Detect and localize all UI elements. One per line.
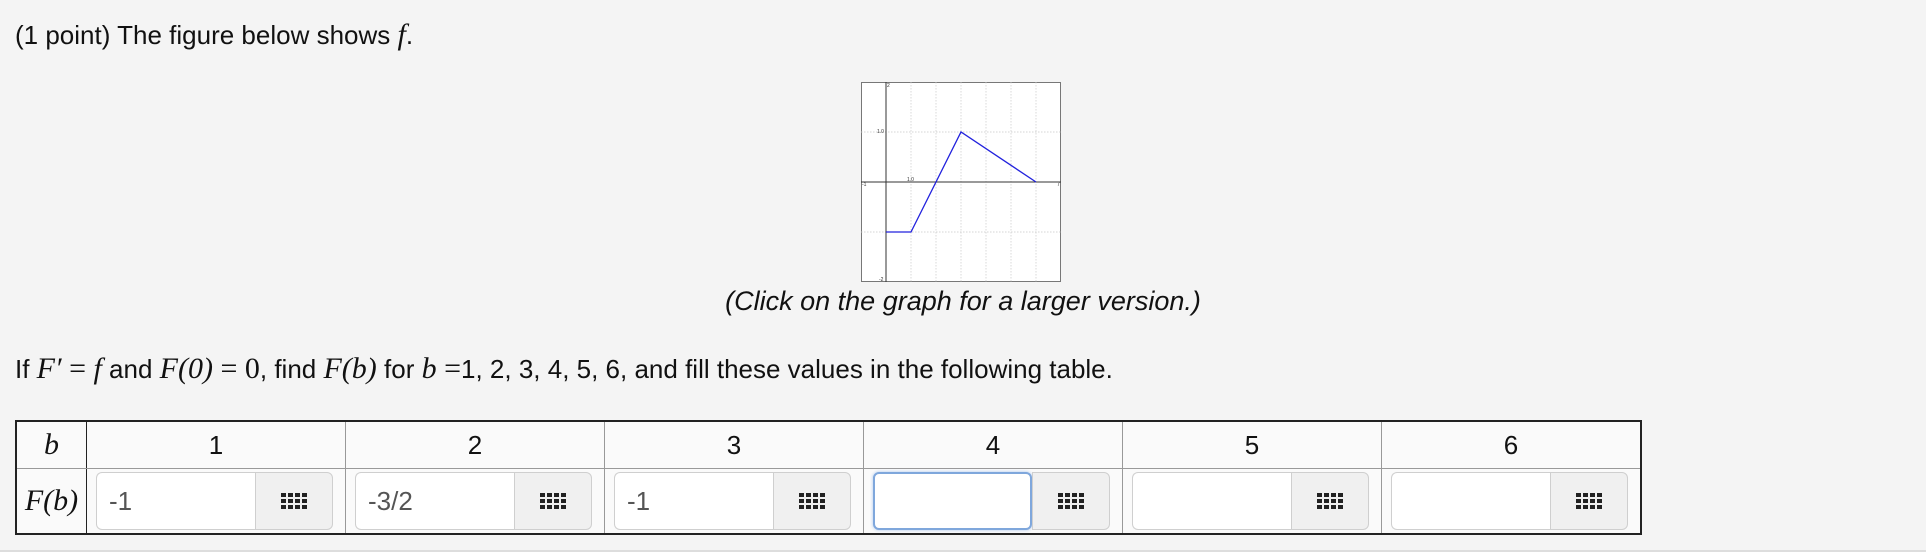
equation-palette-button-1[interactable] [255,472,333,530]
statement-prefix: (1 point) The figure below shows [15,20,398,50]
answer-cell-1 [86,468,346,534]
answer-cell-6 [1381,468,1641,534]
q-for: for [376,354,422,384]
equation-palette-button-5[interactable] [1291,472,1369,530]
q-b: b [421,352,437,385]
answer-cell-3 [604,468,864,534]
col-header-6: 6 [1381,421,1641,469]
answer-row: F(b) [15,468,1641,534]
answer-cell-2 [345,468,605,534]
q-and: and [101,354,160,384]
grid-palette-icon [281,493,307,509]
answer-cell-5 [1122,468,1382,534]
q-eq3: = [436,352,462,385]
q-F0: F(0) [159,352,213,385]
graph-caption: (Click on the graph for a larger version… [725,286,1201,316]
answer-input-2[interactable] [355,472,514,530]
q-eq2: = [212,352,245,385]
col-header-1: 1 [86,421,346,469]
q-f: f [93,352,102,385]
grid-palette-icon [1317,493,1343,509]
equation-palette-button-4[interactable] [1032,472,1110,530]
grid-palette-icon [799,493,825,509]
graph-link[interactable]: 2 1.0 1.0 -1 7 -2 [861,82,1061,282]
header-row: b 1 2 3 4 5 6 [16,421,1641,469]
q-if: If [15,354,37,384]
q-find: , find [259,354,324,384]
question-text: If F′ = f and F(0) = 0, find F(b) for b … [15,352,1113,386]
answer-input-3[interactable] [614,472,773,530]
grid-palette-icon [1576,493,1602,509]
q-eq1: = [61,352,94,385]
grid-palette-icon [1058,493,1084,509]
answer-input-5[interactable] [1132,472,1291,530]
row-label-Fb: F(b) [15,468,87,534]
q-zero: 0 [244,352,260,385]
y-max-label: 2 [887,83,890,89]
col-header-2: 2 [345,421,605,469]
y-one-label: 1.0 [877,129,884,135]
q-F-prime: F′ [36,352,62,385]
problem-statement: (1 point) The figure below shows f. [15,18,413,52]
row-label-b: b [16,421,87,469]
x-min-label: -1 [862,182,867,188]
statement-suffix: . [405,20,414,50]
function-graph[interactable]: 2 1.0 1.0 -1 7 -2 [861,82,1061,282]
grid-palette-icon [540,493,566,509]
answer-table: b 1 2 3 4 5 6 F(b) [15,420,1642,535]
q-rest: 1, 2, 3, 4, 5, 6, and fill these values … [461,354,1113,384]
x-max-label: 7 [1057,182,1060,188]
y-min-label: -2 [879,277,884,282]
col-header-4: 4 [863,421,1123,469]
answer-cell-4 [863,468,1123,534]
equation-palette-button-6[interactable] [1550,472,1628,530]
col-header-5: 5 [1122,421,1382,469]
answer-input-6[interactable] [1391,472,1550,530]
q-Fb: F(b) [323,352,377,385]
answer-input-4[interactable] [873,472,1032,530]
equation-palette-button-2[interactable] [514,472,592,530]
function-symbol: f [397,18,406,51]
answer-input-1[interactable] [96,472,255,530]
col-header-3: 3 [604,421,864,469]
equation-palette-button-3[interactable] [773,472,851,530]
x-one-label: 1.0 [907,177,914,183]
